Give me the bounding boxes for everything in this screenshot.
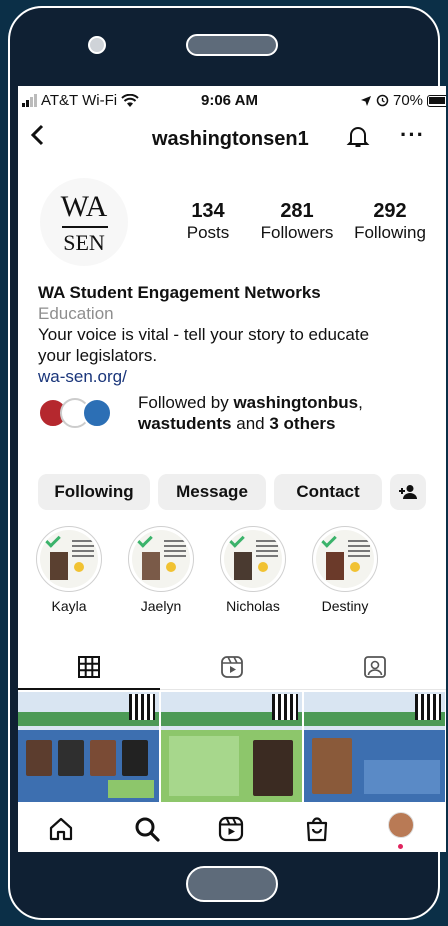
bell-icon[interactable] — [346, 124, 370, 155]
tab-tagged[interactable] — [304, 646, 446, 690]
status-bar: AT&T Wi-Fi 9:06 AM 70% — [18, 86, 446, 114]
logo-text-top: WA — [60, 190, 108, 223]
posts-grid — [18, 692, 446, 802]
highlight-cover — [224, 530, 282, 588]
tagged-icon — [364, 656, 386, 678]
earpiece-speaker — [186, 34, 278, 56]
reels-nav-icon[interactable] — [218, 816, 244, 847]
carrier-label: AT&T Wi-Fi — [41, 92, 118, 109]
profile-bio: WA Student Engagement Networks Education… — [38, 282, 438, 387]
highlight-label: Nicholas — [226, 598, 280, 614]
more-icon[interactable]: ··· — [400, 122, 425, 148]
shop-icon[interactable] — [304, 816, 330, 847]
tab-grid[interactable] — [18, 646, 160, 690]
profile-name: WA Student Engagement Networks — [38, 283, 321, 302]
profile-category: Education — [38, 304, 114, 323]
followed-by-user[interactable]: washingtonbus — [233, 393, 358, 412]
post-thumbnail[interactable] — [161, 692, 302, 802]
search-icon[interactable] — [134, 816, 160, 847]
highlight-item[interactable]: Destiny — [312, 526, 378, 614]
alarm-icon — [376, 94, 389, 107]
bio-line-1: Your voice is vital - tell your story to… — [38, 325, 370, 344]
status-time: 9:06 AM — [201, 92, 258, 109]
bottom-nav — [18, 806, 446, 852]
contact-button[interactable]: Contact — [274, 474, 382, 510]
location-arrow-icon — [361, 95, 371, 106]
profile-tab-avatar[interactable] — [388, 812, 414, 838]
highlight-label: Destiny — [321, 598, 369, 614]
profile-username: washingtonsen1 — [152, 128, 309, 150]
post-thumbnail[interactable] — [304, 692, 445, 802]
add-person-icon — [399, 485, 417, 499]
highlight-label: Jaelyn — [140, 598, 182, 614]
followed-by-user[interactable]: wastudents — [138, 414, 232, 433]
tab-reels[interactable] — [161, 646, 303, 690]
followed-by[interactable]: Followed by washingtonbus, wastudents an… — [38, 392, 438, 436]
phone-screen: AT&T Wi-Fi 9:06 AM 70% washingtonsen1 ··… — [18, 86, 446, 852]
logo-text-bottom: SEN — [63, 230, 105, 255]
profile-avatar[interactable]: WA SEN — [40, 178, 128, 266]
front-camera — [88, 36, 106, 54]
message-button[interactable]: Message — [158, 474, 266, 510]
profile-actions: Following Message Contact — [38, 474, 438, 510]
highlight-cover — [316, 530, 374, 588]
stat-following[interactable]: 292 Following — [348, 200, 432, 243]
highlight-item[interactable]: Jaelyn — [128, 526, 194, 614]
signal-icon — [22, 94, 37, 107]
post-thumbnail[interactable] — [18, 692, 159, 802]
reels-icon — [221, 656, 243, 678]
back-chevron-icon[interactable] — [30, 124, 44, 147]
following-button[interactable]: Following — [38, 474, 150, 510]
highlight-item[interactable]: Nicholas — [220, 526, 286, 614]
battery-percent: 70% — [393, 92, 424, 109]
home-button[interactable] — [186, 866, 278, 902]
highlight-item[interactable]: Kayla — [36, 526, 102, 614]
add-person-button[interactable] — [390, 474, 426, 510]
content-tabs — [18, 646, 446, 690]
profile-link[interactable]: wa-sen.org/ — [38, 366, 438, 387]
bio-line-2: your legislators. — [38, 346, 158, 365]
grid-icon — [78, 656, 100, 678]
followed-by-others[interactable]: 3 others — [269, 414, 335, 433]
notification-dot — [398, 844, 403, 849]
wifi-icon — [121, 93, 139, 107]
profile-header: washingtonsen1 ··· — [18, 114, 446, 158]
stat-posts[interactable]: 134 Posts — [168, 200, 248, 243]
highlight-cover — [132, 530, 190, 588]
home-icon[interactable] — [48, 816, 74, 847]
highlight-cover — [40, 530, 98, 588]
stat-followers[interactable]: 281 Followers — [252, 200, 342, 243]
highlight-label: Kayla — [51, 598, 87, 614]
battery-icon — [427, 94, 446, 107]
follower-avatar — [82, 398, 112, 428]
